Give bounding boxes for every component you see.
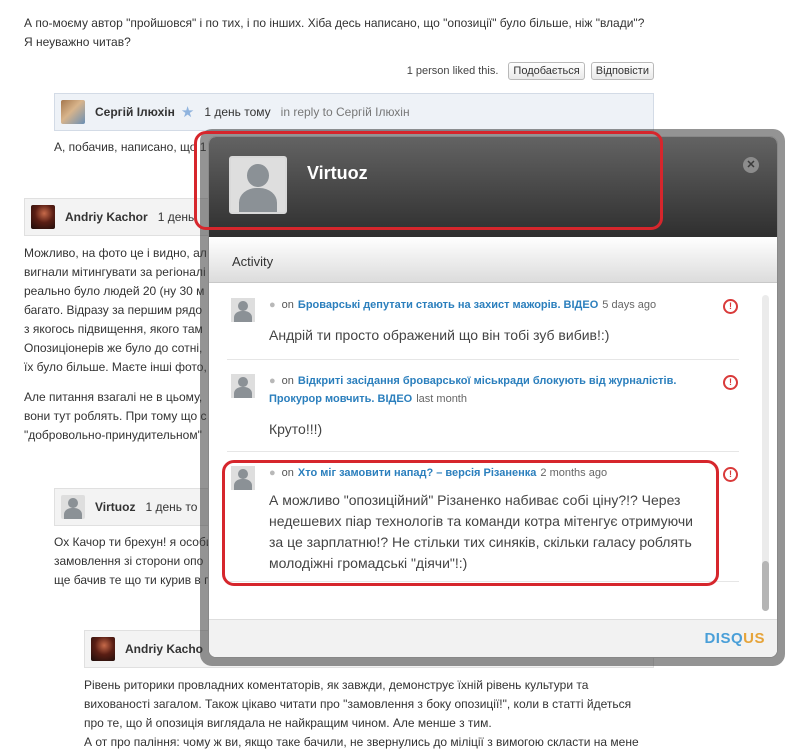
modal-tabbar: Activity — [209, 237, 777, 283]
comment-text: Рівень риторики провладних коментаторів,… — [84, 676, 664, 752]
modal-header: Virtuoz ✕ — [209, 137, 777, 237]
avatar[interactable] — [231, 466, 255, 490]
comment-line: Опозиціонерів же було до сотні, — [24, 341, 203, 355]
avatar[interactable] — [231, 374, 255, 398]
comment-text-top: А по-моєму автор "пройшовся" і по тих, і… — [24, 14, 664, 52]
scrollbar-thumb[interactable] — [762, 561, 769, 611]
avatar[interactable] — [91, 637, 115, 661]
comment-author[interactable]: Andriy Kacho — [125, 642, 203, 656]
activity-item: ● on Відкриті засідання броварської міськр… — [227, 360, 739, 452]
comment-actions: 1 person liked this. Подобається Відпові… — [407, 62, 654, 80]
comment-line: за це зарплатню!? Не стільки тих синяків… — [269, 534, 692, 550]
star-icon: ★ — [180, 104, 195, 121]
comment-line: Але питання взагалі не в цьому, — [24, 390, 203, 404]
comment-line: Ох Качор ти брехун! я особи — [54, 535, 213, 549]
comment-line: ще бачив те що ти курив в гр — [54, 573, 216, 587]
comment-header: Сергій Ілюхін ★ 1 день тому in reply to … — [54, 93, 654, 131]
activity-time[interactable]: last month — [416, 393, 467, 405]
activity-time[interactable]: 2 months ago — [540, 467, 607, 479]
avatar[interactable] — [61, 100, 85, 124]
comment-line: про те, що й опозиція виглядала не найкр… — [84, 716, 492, 730]
profile-username: Virtuoz — [307, 163, 368, 183]
activity-meta: ● on Броварські депутати стають на захист … — [269, 296, 689, 314]
activity-item: ● on Хто міг замовити напад? – версія Різа… — [227, 452, 739, 582]
activity-meta: ● on Хто міг замовити напад? – версія Різа… — [269, 464, 689, 482]
comment-line: багато. Відразу за першим рядо — [24, 303, 203, 317]
avatar[interactable] — [31, 205, 55, 229]
on-label: on — [281, 375, 294, 387]
article-link[interactable]: Відкриті засідання броварської міськради… — [269, 375, 676, 405]
close-icon[interactable]: ✕ — [743, 157, 759, 173]
comment-text: Ох Качор ти брехун! я особи замовлення з… — [54, 533, 215, 590]
likes-count: 1 person liked this. — [406, 65, 499, 77]
comment-author[interactable]: Virtuoz — [95, 500, 135, 514]
article-link[interactable]: Броварські депутати стають на захист маж… — [298, 299, 598, 311]
comment-line: Рівень риторики провладних коментаторів,… — [84, 678, 589, 692]
comment-line: молодіжні громадські "діячи"!:) — [269, 555, 468, 571]
activity-item: ● on Броварські депутати стають на захист … — [227, 284, 739, 360]
comment-line: вигнали мітингувати за регіоналі — [24, 265, 206, 279]
comment-bubble-icon: ● — [269, 467, 276, 479]
flag-icon[interactable]: ! — [723, 375, 738, 390]
comment-line: реально було людей 20 (ну 30 м — [24, 284, 205, 298]
comment-bubble-icon: ● — [269, 375, 276, 387]
like-button[interactable]: Подобається — [508, 62, 585, 80]
comment-line: недешевих піар технологів та команди кот… — [269, 513, 693, 529]
reply-button[interactable]: Відповісти — [590, 62, 654, 80]
article-link[interactable]: Хто міг замовити напад? – версія Різанен… — [298, 467, 537, 479]
in-reply-to[interactable]: in reply to Сергій Ілюхін — [281, 105, 410, 119]
comment-text: А, побачив, написано, що 1 — [54, 140, 207, 154]
comment-author[interactable]: Сергій Ілюхін — [95, 105, 175, 119]
comment-line: їх було більше. Маєте інші фото, — [24, 360, 207, 374]
comment-line: вони тут роблять. При тому що с — [24, 409, 207, 423]
comment-line: замовлення зі сторони опо — [54, 554, 204, 568]
comment-line: А по-моєму автор "пройшовся" і по тих, і… — [24, 16, 645, 30]
on-label: on — [281, 467, 294, 479]
on-label: on — [281, 299, 294, 311]
comment-time[interactable]: 1 день то — [145, 500, 197, 514]
comment-line: вихованості загалом. Також цікаво читати… — [84, 697, 632, 711]
activity-comment: Круто!!!) — [269, 421, 323, 437]
activity-meta: ● on Відкриті засідання броварської міськр… — [269, 372, 689, 408]
disqus-logo[interactable]: DISQUS — [704, 630, 765, 647]
comment-line: з якогось підвищення, якого там — [24, 322, 203, 336]
flag-icon[interactable]: ! — [723, 299, 738, 314]
activity-list: ● on Броварські депутати стають на захист … — [227, 284, 757, 619]
comment-line: А от про паління: чому ж ви, якщо таке б… — [84, 735, 639, 749]
avatar[interactable] — [61, 495, 85, 519]
comment-line: Я неуважно читав? — [24, 35, 131, 49]
flag-icon[interactable]: ! — [723, 467, 738, 482]
comment-author[interactable]: Andriy Kachor — [65, 210, 148, 224]
tab-activity[interactable]: Activity — [232, 254, 273, 269]
avatar[interactable] — [231, 298, 255, 322]
comment-text: Можливо, на фото це і видно, ал вигнали … — [24, 244, 207, 377]
profile-avatar — [229, 156, 287, 214]
user-profile-modal: Virtuoz ✕ Activity ● on Броварські депутат… — [208, 136, 778, 658]
activity-comment: Андрій ти просто ображений що він тобі з… — [269, 327, 610, 343]
comment-text: Але питання взагалі не в цьому, вони тут… — [24, 388, 206, 445]
comment-time[interactable]: 1 день — [158, 210, 195, 224]
comment-line: Можливо, на фото це і видно, ал — [24, 246, 207, 260]
activity-comment: А можливо "опозиційний" Різаненко набива… — [269, 490, 719, 574]
comment-time[interactable]: 1 день тому — [204, 105, 270, 119]
comment-line: А можливо "опозиційний" Різаненко набива… — [269, 492, 681, 508]
comment-bubble-icon: ● — [269, 299, 276, 311]
comment-line: "добровольно-принудительном" — [24, 428, 202, 442]
modal-footer: DISQUS — [209, 619, 777, 657]
activity-time[interactable]: 5 days ago — [602, 299, 656, 311]
